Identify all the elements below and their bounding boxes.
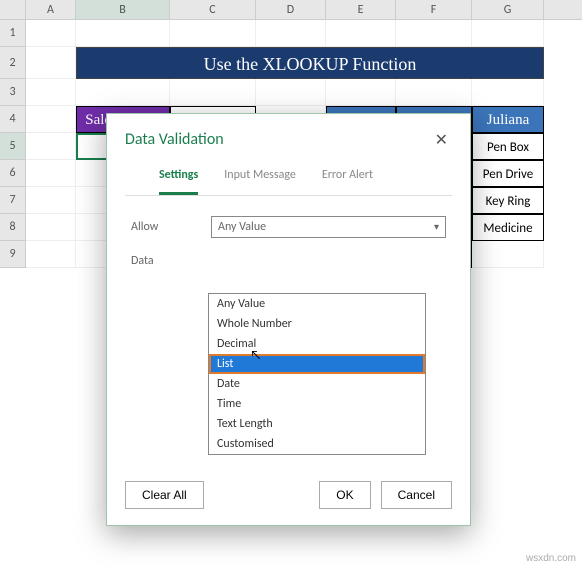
dropdown-option[interactable]: Customised bbox=[209, 434, 425, 454]
ok-button[interactable]: OK bbox=[319, 481, 370, 509]
cell[interactable] bbox=[326, 79, 396, 106]
cell[interactable] bbox=[396, 20, 472, 47]
column-headers: A B C D E F G bbox=[0, 0, 582, 20]
cell[interactable] bbox=[256, 20, 326, 47]
col-header-g[interactable]: G bbox=[472, 0, 544, 19]
cell[interactable] bbox=[170, 20, 256, 47]
allow-select[interactable]: Any Value ▾ bbox=[211, 216, 446, 238]
row-header-4[interactable]: 4 bbox=[0, 106, 26, 133]
allow-label: Allow bbox=[131, 220, 211, 234]
row-header-1[interactable]: 1 bbox=[0, 20, 26, 47]
clear-all-button[interactable]: Clear All bbox=[125, 481, 204, 509]
cell[interactable] bbox=[396, 79, 472, 106]
row-header-5[interactable]: 5 bbox=[0, 133, 26, 160]
table-header[interactable]: Juliana bbox=[472, 106, 544, 133]
tab-input-message[interactable]: Input Message bbox=[224, 168, 296, 195]
cell[interactable] bbox=[26, 214, 76, 241]
close-icon[interactable]: ✕ bbox=[431, 130, 452, 150]
cell[interactable] bbox=[256, 79, 326, 106]
cell[interactable] bbox=[26, 79, 76, 106]
allow-value: Any Value bbox=[218, 220, 266, 234]
dropdown-option[interactable]: Decimal bbox=[209, 334, 425, 354]
dropdown-option[interactable]: Whole Number bbox=[209, 314, 425, 334]
cell[interactable] bbox=[170, 79, 256, 106]
col-header-f[interactable]: F bbox=[396, 0, 472, 19]
cell[interactable] bbox=[26, 47, 76, 79]
cell[interactable] bbox=[26, 160, 76, 187]
row-header-2[interactable]: 2 bbox=[0, 47, 26, 79]
row-header-8[interactable]: 8 bbox=[0, 214, 26, 241]
col-header-e[interactable]: E bbox=[326, 0, 396, 19]
cell[interactable]: Pen Box bbox=[472, 133, 544, 160]
data-label: Data bbox=[131, 254, 211, 268]
cell[interactable]: Pen Drive bbox=[472, 160, 544, 187]
cell[interactable] bbox=[472, 241, 544, 268]
chevron-down-icon: ▾ bbox=[434, 220, 439, 234]
col-header-a[interactable]: A bbox=[26, 0, 76, 19]
cell[interactable] bbox=[26, 20, 76, 47]
cell[interactable]: Key Ring bbox=[472, 187, 544, 214]
cell[interactable] bbox=[76, 20, 170, 47]
dialog-tabs: Settings Input Message Error Alert bbox=[125, 158, 452, 196]
cell[interactable] bbox=[76, 79, 170, 106]
cell[interactable]: Medicine bbox=[472, 214, 544, 241]
page-title: Use the XLOOKUP Function bbox=[76, 47, 544, 79]
cell[interactable] bbox=[26, 187, 76, 214]
dropdown-option-list[interactable]: List bbox=[209, 354, 425, 374]
tab-settings[interactable]: Settings bbox=[159, 168, 198, 195]
cell[interactable] bbox=[26, 106, 76, 133]
dialog-title: Data Validation bbox=[125, 130, 224, 150]
allow-dropdown: Any Value Whole Number Decimal List Date… bbox=[208, 293, 426, 455]
dropdown-option[interactable]: Date bbox=[209, 374, 425, 394]
row-header-9[interactable]: 9 bbox=[0, 241, 26, 268]
cell[interactable] bbox=[472, 20, 544, 47]
dropdown-option[interactable]: Time bbox=[209, 394, 425, 414]
cell[interactable] bbox=[26, 133, 76, 160]
cell[interactable] bbox=[472, 79, 544, 106]
dropdown-option[interactable]: Text Length bbox=[209, 414, 425, 434]
row-header-7[interactable]: 7 bbox=[0, 187, 26, 214]
cell[interactable] bbox=[326, 20, 396, 47]
col-header-d[interactable]: D bbox=[256, 0, 326, 19]
col-header-c[interactable]: C bbox=[170, 0, 256, 19]
tab-error-alert[interactable]: Error Alert bbox=[322, 168, 373, 195]
row-header-6[interactable]: 6 bbox=[0, 160, 26, 187]
dropdown-option[interactable]: Any Value bbox=[209, 294, 425, 314]
col-header-b[interactable]: B bbox=[76, 0, 170, 19]
cancel-button[interactable]: Cancel bbox=[381, 481, 452, 509]
watermark: wsxdn.com bbox=[526, 553, 576, 564]
select-all-corner[interactable] bbox=[0, 0, 26, 19]
row-header-3[interactable]: 3 bbox=[0, 79, 26, 106]
cell[interactable] bbox=[26, 241, 76, 268]
